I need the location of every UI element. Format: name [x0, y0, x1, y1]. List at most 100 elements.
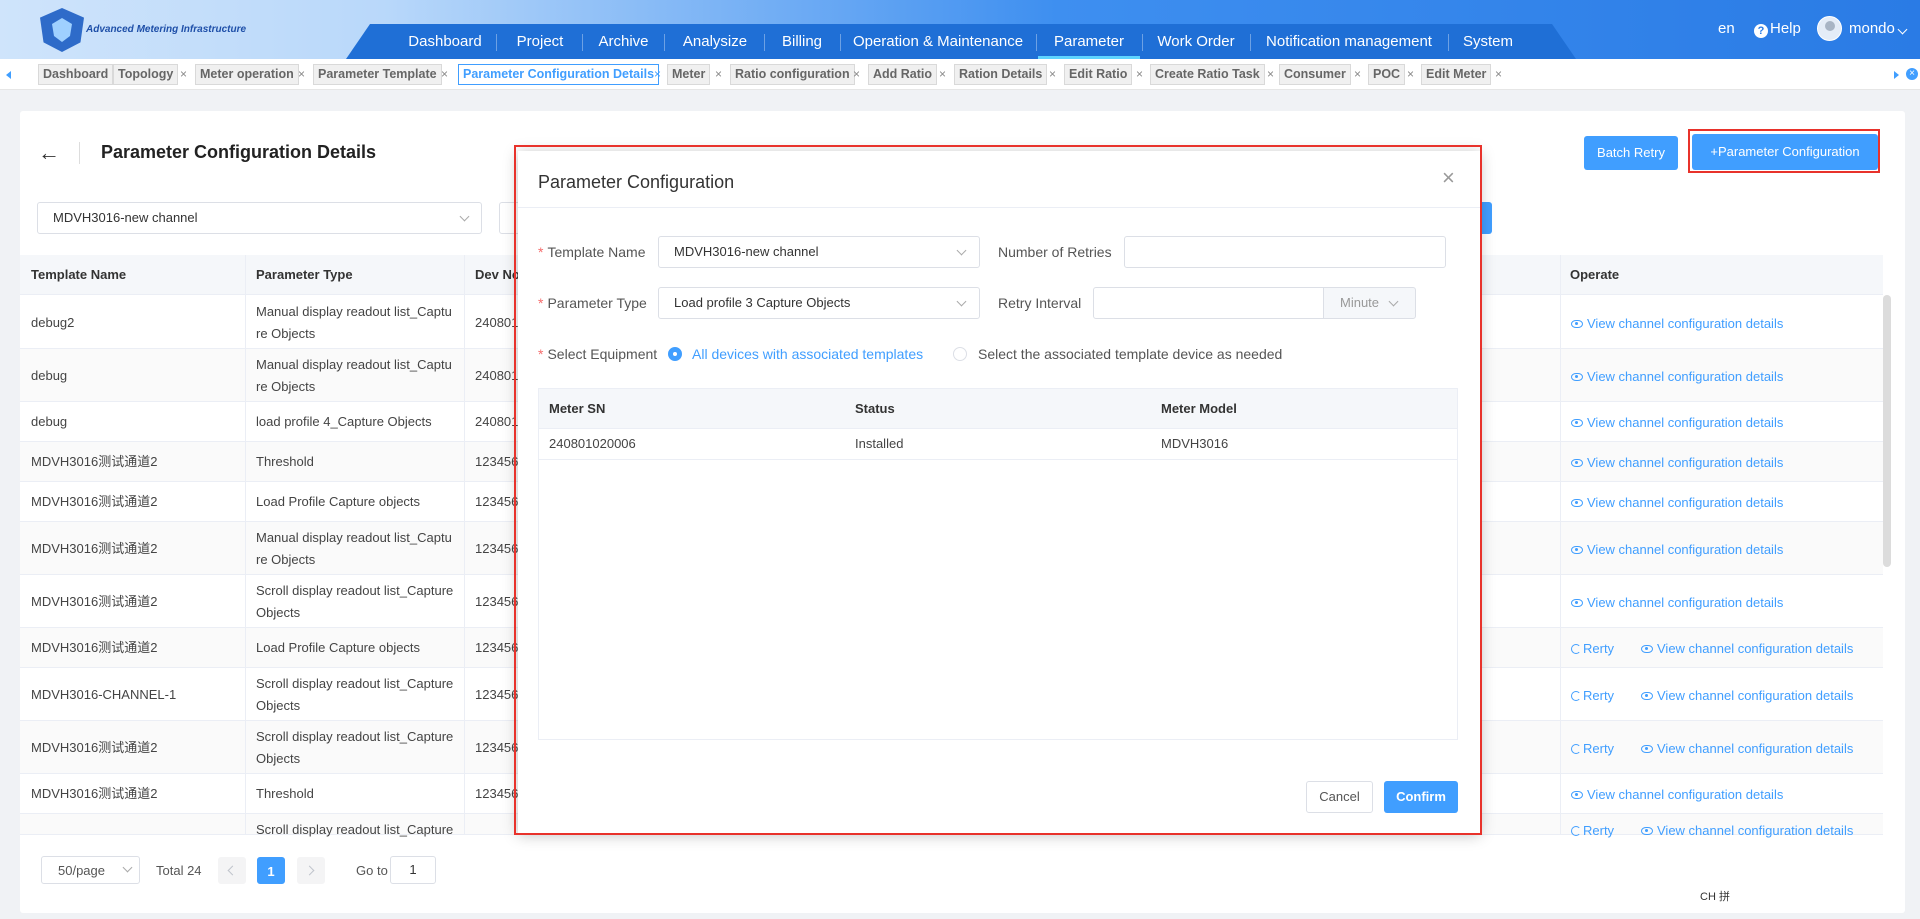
- close-icon[interactable]: ×: [180, 64, 187, 85]
- nav-system[interactable]: System: [1452, 24, 1524, 59]
- dev-no-cell: 123456: [475, 739, 519, 755]
- nav-billing[interactable]: Billing: [768, 24, 836, 59]
- template-filter-select[interactable]: MDVH3016-new channel: [37, 202, 482, 234]
- template-name-cell: debug: [31, 367, 68, 383]
- back-arrow-icon[interactable]: ←: [38, 141, 60, 165]
- view-details-link[interactable]: View channel configuration details: [1571, 787, 1783, 802]
- nav-operation-maintenance[interactable]: Operation & Maintenance: [844, 24, 1032, 59]
- retry-label: Rerty: [1583, 823, 1615, 838]
- help-link[interactable]: ? Help: [1754, 20, 1801, 38]
- nav-notification-management[interactable]: Notification management: [1254, 24, 1444, 59]
- tab-dashboard[interactable]: Dashboard: [38, 64, 114, 85]
- close-icon[interactable]: ×: [1267, 64, 1274, 85]
- close-icon[interactable]: ×: [1407, 64, 1414, 85]
- retry-link[interactable]: Rerty: [1571, 823, 1614, 838]
- tab-scroll-right-icon[interactable]: [1894, 71, 1899, 79]
- nav-project[interactable]: Project: [500, 24, 580, 59]
- cancel-button[interactable]: Cancel: [1306, 781, 1373, 813]
- page-number-current[interactable]: 1: [257, 857, 285, 884]
- retry-interval-input[interactable]: [1093, 287, 1324, 319]
- interval-unit-select[interactable]: Minute: [1323, 287, 1416, 319]
- tab-scroll-left-icon[interactable]: [6, 71, 11, 79]
- nav-dashboard[interactable]: Dashboard: [398, 24, 492, 59]
- eye-icon: [1571, 499, 1583, 507]
- view-details-link[interactable]: View channel configuration details: [1641, 741, 1853, 756]
- close-icon[interactable]: ×: [441, 64, 448, 85]
- tab-topology[interactable]: Topology: [113, 64, 179, 85]
- radio-select-devices[interactable]: [953, 347, 967, 361]
- refresh-icon: [1571, 826, 1581, 836]
- tab-poc[interactable]: POC: [1368, 64, 1406, 85]
- batch-retry-button[interactable]: Batch Retry: [1584, 136, 1678, 170]
- tab-consumer[interactable]: Consumer: [1279, 64, 1351, 85]
- view-details-link[interactable]: View channel configuration details: [1571, 595, 1783, 610]
- number-of-retries-label: Number of Retries: [998, 244, 1112, 260]
- parameter-type-select[interactable]: Load profile 3 Capture Objects: [658, 287, 980, 319]
- goto-page-input[interactable]: 1: [390, 856, 436, 884]
- option-all-devices-label[interactable]: All devices with associated templates: [692, 344, 923, 364]
- close-icon[interactable]: ×: [1049, 64, 1056, 85]
- view-details-link[interactable]: View channel configuration details: [1641, 641, 1853, 656]
- dialog-divider: [518, 207, 1480, 208]
- tab-parameter-template[interactable]: Parameter Template: [313, 64, 442, 85]
- highlight-box: [1688, 129, 1880, 173]
- tab-ratio-configuration[interactable]: Ratio configuration: [730, 64, 855, 85]
- parameter-type-cell-cont: re Objects: [256, 378, 316, 394]
- nav-analysize[interactable]: Analysize: [668, 24, 762, 59]
- view-details-link[interactable]: View channel configuration details: [1571, 455, 1783, 470]
- view-details-link[interactable]: View channel configuration details: [1571, 542, 1783, 557]
- nav-divider: [1250, 34, 1251, 51]
- app-name: Advanced Metering Infrastructure: [86, 24, 247, 35]
- language-switch[interactable]: en: [1718, 20, 1735, 38]
- number-of-retries-input[interactable]: [1124, 236, 1446, 268]
- close-icon[interactable]: ×: [939, 64, 946, 85]
- close-icon[interactable]: ×: [715, 64, 722, 85]
- template-name-cell: MDVH3016测试通道2: [31, 494, 158, 509]
- nav-divider: [1036, 34, 1037, 51]
- view-details-link[interactable]: View channel configuration details: [1641, 688, 1853, 703]
- close-icon[interactable]: ×: [654, 64, 661, 85]
- tab-ration-details[interactable]: Ration Details: [954, 64, 1048, 85]
- user-name[interactable]: mondo: [1849, 20, 1895, 38]
- retry-link[interactable]: Rerty: [1571, 641, 1614, 656]
- tab-edit-ratio[interactable]: Edit Ratio: [1064, 64, 1133, 85]
- retry-link[interactable]: Rerty: [1571, 688, 1614, 703]
- radio-all-devices[interactable]: [668, 347, 682, 361]
- view-details-link[interactable]: View channel configuration details: [1641, 823, 1853, 838]
- close-all-tabs-icon[interactable]: ×: [1906, 68, 1918, 80]
- close-icon[interactable]: ×: [1354, 64, 1361, 85]
- tab-parameter-configuration-details[interactable]: Parameter Configuration Details: [458, 64, 660, 85]
- retry-interval-label: Retry Interval: [998, 295, 1082, 311]
- close-icon[interactable]: ×: [1495, 64, 1502, 85]
- view-details-label: View channel configuration details: [1587, 455, 1784, 470]
- nav-archive[interactable]: Archive: [586, 24, 661, 59]
- confirm-button[interactable]: Confirm: [1384, 781, 1458, 813]
- view-details-label: View channel configuration details: [1587, 315, 1784, 331]
- tab-meter[interactable]: Meter: [667, 64, 711, 85]
- close-icon[interactable]: ×: [298, 64, 305, 85]
- tab-create-ratio-task[interactable]: Create Ratio Task: [1150, 64, 1265, 85]
- tab-meter-operation[interactable]: Meter operation: [195, 64, 299, 85]
- template-name-select[interactable]: MDVH3016-new channel: [658, 236, 980, 268]
- table-scrollbar[interactable]: [1883, 295, 1891, 567]
- view-details-link[interactable]: View channel configuration details: [1571, 369, 1783, 384]
- nav-divider: [840, 34, 841, 51]
- nav-work-order[interactable]: Work Order: [1146, 24, 1246, 59]
- nav-parameter[interactable]: Parameter: [1038, 24, 1140, 59]
- close-icon[interactable]: ×: [1442, 166, 1455, 190]
- view-details-label: View channel configuration details: [1587, 495, 1784, 510]
- close-icon[interactable]: ×: [1136, 64, 1143, 85]
- tab-add-ratio[interactable]: Add Ratio: [868, 64, 938, 85]
- view-details-label: View channel configuration details: [1587, 541, 1784, 557]
- parameter-type-cell: Threshold: [256, 454, 314, 469]
- dialog-title: Parameter Configuration: [538, 172, 735, 192]
- view-details-link[interactable]: View channel configuration details: [1571, 415, 1783, 430]
- meter-table: [538, 388, 1458, 740]
- view-details-link[interactable]: View channel configuration details: [1571, 316, 1783, 331]
- option-select-devices-label[interactable]: Select the associated template device as…: [978, 344, 1282, 364]
- retry-link[interactable]: Rerty: [1571, 741, 1614, 756]
- view-details-link[interactable]: View channel configuration details: [1571, 495, 1783, 510]
- close-icon[interactable]: ×: [853, 64, 860, 85]
- tab-edit-meter[interactable]: Edit Meter: [1421, 64, 1492, 85]
- avatar[interactable]: [1817, 16, 1842, 41]
